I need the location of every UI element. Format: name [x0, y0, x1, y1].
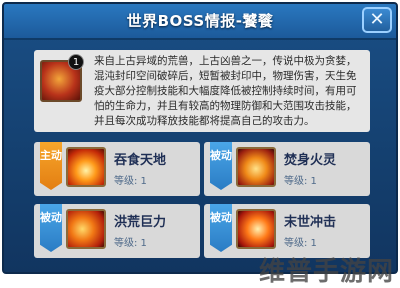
boss-description-box: 1 来自上古异域的荒兽，上古凶兽之一，传说中极为贪婪，混沌封印空间破碎后，短暂被… [34, 50, 370, 132]
skill-type-tag: 被动 [40, 204, 62, 252]
skill-card-4[interactable]: 被动 末世冲击 等级: 1 [204, 204, 370, 258]
skill-type-tag: 被动 [210, 142, 232, 190]
skill-level: 等级: 1 [114, 238, 147, 249]
fire-impact-icon [236, 209, 276, 249]
skill-type-tag: 主动 [40, 142, 62, 190]
skill-card-1[interactable]: 主动 吞食天地 等级: 1 [34, 142, 200, 196]
skill-card-2[interactable]: 被动 焚身火灵 等级: 1 [204, 142, 370, 196]
skill-card-3[interactable]: 被动 洪荒巨力 等级: 1 [34, 204, 200, 258]
panel-title: 世界BOSS情报-饕餮 [126, 12, 274, 30]
fire-spirit-icon [236, 147, 276, 187]
close-button[interactable]: ✕ [362, 7, 392, 33]
boss-badge: 1 [68, 54, 84, 70]
skill-name: 末世冲击 [284, 215, 337, 230]
fire-burst-icon [66, 147, 106, 187]
skill-name: 吞食天地 [114, 153, 167, 168]
boss-description: 来自上古异域的荒兽，上古凶兽之一，传说中极为贪婪，混沌封印空间破碎后，短暂被封印… [94, 55, 357, 127]
boss-info-panel: 世界BOSS情报-饕餮 ✕ 1 来自上古异域的荒兽，上古凶兽之一，传说中极为贪婪… [2, 2, 398, 274]
skill-type-tag: 被动 [210, 204, 232, 252]
skill-level: 等级: 1 [284, 176, 317, 187]
skill-name: 洪荒巨力 [114, 215, 167, 230]
skill-name: 焚身火灵 [284, 153, 337, 168]
site-watermark: 维普手游网 [258, 257, 394, 287]
flame-claw-icon [66, 209, 106, 249]
skill-level: 等级: 1 [114, 176, 147, 187]
title-bar: 世界BOSS情报-饕餮 ✕ [4, 4, 396, 40]
skill-level: 等级: 1 [284, 238, 317, 249]
